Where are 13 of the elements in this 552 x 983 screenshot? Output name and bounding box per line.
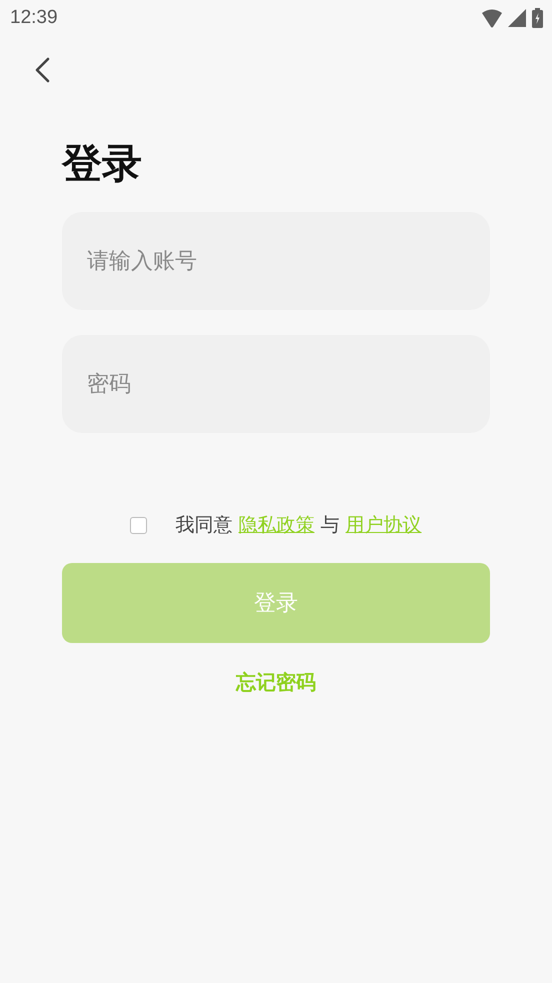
status-time: 12:39 bbox=[10, 7, 58, 29]
back-icon[interactable] bbox=[34, 57, 50, 83]
password-field[interactable]: 密码 bbox=[62, 335, 490, 433]
signal-icon bbox=[508, 9, 526, 27]
policy-link[interactable]: 用户协议 bbox=[346, 514, 422, 536]
agreement-text: 我同意 隐私政策 与 用户协议 bbox=[175, 513, 422, 538]
battery-icon bbox=[532, 8, 543, 28]
policy-link[interactable]: 隐私政策 bbox=[238, 514, 314, 536]
wifi-icon bbox=[482, 8, 502, 28]
account-field[interactable]: 请输入账号 bbox=[62, 212, 490, 310]
page-title: 登录 bbox=[62, 140, 142, 189]
forgot-password-link[interactable]: 忘记密码 bbox=[236, 669, 316, 696]
agree-checkbox[interactable] bbox=[130, 516, 148, 534]
